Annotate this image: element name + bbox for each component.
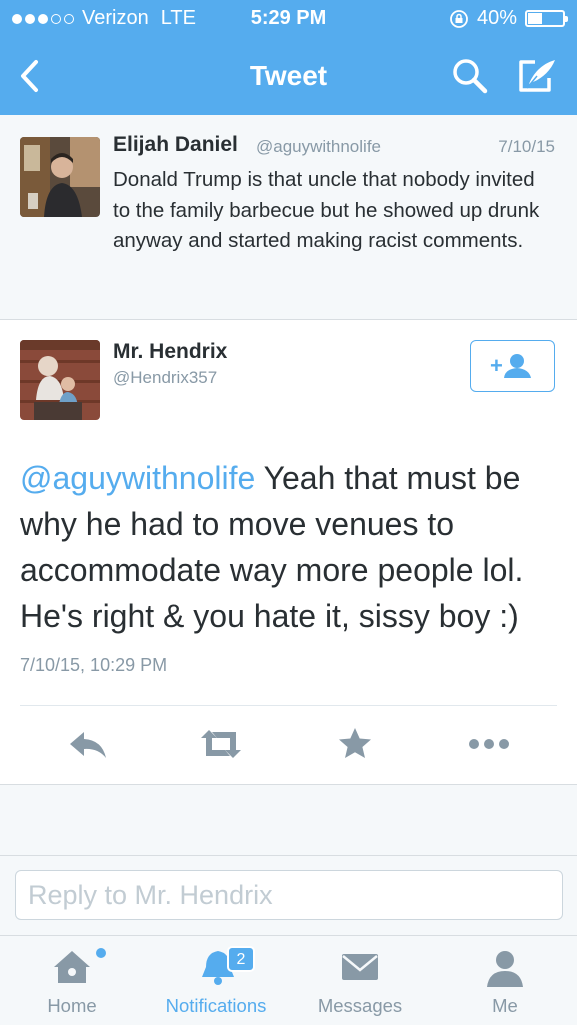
tab-messages[interactable]: Messages [308, 935, 412, 1024]
avatar[interactable] [20, 137, 100, 217]
parent-author-handle[interactable]: @aguywithnolife [256, 137, 381, 157]
reply-icon[interactable] [64, 724, 112, 764]
navigation-bar: Tweet [0, 38, 577, 115]
favorite-icon[interactable] [331, 724, 379, 764]
messages-envelope-icon [342, 954, 378, 980]
status-bar: Verizon LTE 5:29 PM 40% [0, 0, 577, 38]
notification-count-badge: 2 [227, 946, 255, 972]
svg-text:+: + [490, 353, 503, 378]
search-icon[interactable] [450, 56, 490, 96]
top-bar: Verizon LTE 5:29 PM 40% Tweet [0, 0, 577, 115]
author-handle[interactable]: @Hendrix357 [113, 368, 217, 388]
tweet-text: @aguywithnolife Yeah that must be why he… [20, 455, 565, 639]
tab-me[interactable]: Me [455, 935, 555, 1024]
battery-icon [525, 10, 568, 27]
tab-home[interactable]: Home [20, 935, 124, 1024]
parent-tweet-date: 7/10/15 [498, 137, 555, 156]
mention-link[interactable]: @aguywithnolife [20, 460, 255, 496]
page-title: Tweet [249, 60, 328, 91]
avatar[interactable] [20, 340, 100, 420]
parent-tweet-text: Donald Trump is that uncle that nobody i… [113, 168, 540, 252]
tweet-timestamp: 7/10/15, 10:29 PM [20, 655, 168, 675]
profile-icon [487, 951, 523, 987]
follow-button[interactable]: + [470, 340, 555, 392]
compose-icon[interactable] [515, 56, 559, 96]
tab-label: Messages [317, 995, 403, 1016]
more-icon[interactable] [465, 724, 513, 764]
author-name[interactable]: Mr. Hendrix [113, 340, 227, 364]
tab-label: Notifications [165, 995, 267, 1016]
rotation-lock-icon [450, 9, 468, 28]
battery-percent: 40% [476, 7, 517, 29]
parent-author-name[interactable]: Elijah Daniel [113, 133, 238, 157]
reply-input[interactable] [15, 870, 563, 920]
new-content-indicator [96, 948, 106, 958]
add-user-icon: + [490, 353, 531, 378]
retweet-icon[interactable] [197, 724, 245, 764]
tab-label: Home [47, 995, 97, 1016]
tab-notifications[interactable]: Notifications [150, 935, 282, 1024]
home-icon [54, 951, 90, 983]
divider [20, 705, 557, 706]
tab-label: Me [492, 995, 518, 1016]
